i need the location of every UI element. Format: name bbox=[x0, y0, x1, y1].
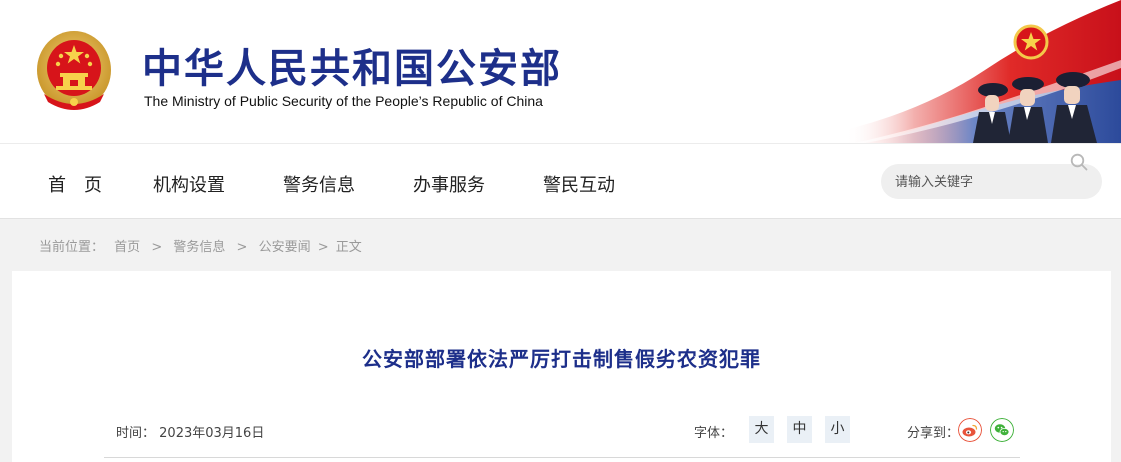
search-input[interactable] bbox=[895, 171, 1065, 193]
wechat-icon[interactable] bbox=[990, 418, 1014, 442]
nav-item-home[interactable]: 首 页 bbox=[48, 171, 102, 197]
site-title: 中华人民共和国公安部 bbox=[142, 46, 562, 92]
meta-divider bbox=[104, 457, 1020, 458]
breadcrumb-separator: > bbox=[236, 240, 248, 255]
font-size-large-button[interactable]: 大 bbox=[749, 416, 774, 443]
breadcrumb-link-mps-news[interactable]: 公安要闻 bbox=[259, 236, 311, 255]
breadcrumb-prefix: 当前位置： bbox=[39, 240, 105, 255]
national-emblem-icon bbox=[37, 31, 111, 110]
nav-item-police-info[interactable]: 警务信息 bbox=[283, 171, 355, 197]
article-panel: 公安部部署依法严厉打击制售假劣农资犯罪 时间： 2023年03月16日 字体： … bbox=[12, 271, 1111, 462]
main-nav: 首 页 机构设置 警务信息 办事服务 警民互动 bbox=[0, 143, 1121, 219]
site-header: 中华人民共和国公安部 The Ministry of Public Securi… bbox=[0, 0, 1121, 143]
search-icon[interactable] bbox=[1069, 152, 1089, 172]
font-size-medium-button[interactable]: 中 bbox=[787, 416, 812, 443]
article-title: 公安部部署依法严厉打击制售假劣农资犯罪 bbox=[362, 347, 761, 371]
police-flag-banner-image bbox=[845, 0, 1121, 143]
site-subtitle: The Ministry of Public Security of the P… bbox=[144, 93, 543, 109]
nav-item-services[interactable]: 办事服务 bbox=[413, 171, 485, 197]
breadcrumb-current: 正文 bbox=[335, 240, 362, 255]
date-value: 2023年03月16日 bbox=[159, 426, 265, 441]
weibo-icon[interactable] bbox=[958, 418, 982, 442]
article-date: 时间： 2023年03月16日 bbox=[116, 422, 264, 441]
breadcrumb-link-police-info[interactable]: 警务信息 bbox=[173, 236, 225, 255]
font-size-small-button[interactable]: 小 bbox=[825, 416, 850, 443]
font-size-label: 字体： bbox=[694, 426, 734, 441]
share-label: 分享到： bbox=[907, 426, 960, 441]
breadcrumb: 当前位置： 首页 > 警务信息 > 公安要闻 > 正文 bbox=[39, 236, 362, 255]
breadcrumb-separator: > bbox=[151, 240, 163, 255]
nav-item-organization[interactable]: 机构设置 bbox=[153, 171, 225, 197]
nav-item-interaction[interactable]: 警民互动 bbox=[543, 171, 615, 197]
time-label: 时间： bbox=[116, 426, 156, 441]
breadcrumb-link-home[interactable]: 首页 bbox=[114, 236, 140, 255]
breadcrumb-separator: > bbox=[317, 240, 329, 255]
